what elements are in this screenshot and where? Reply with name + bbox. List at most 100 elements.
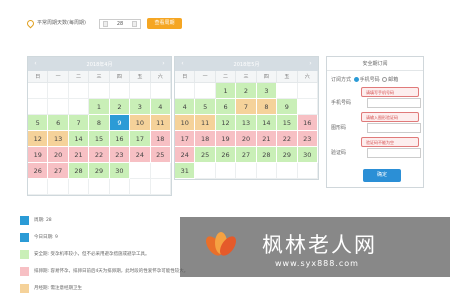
sms-code-label: 验证码 xyxy=(331,150,347,156)
calendar-day[interactable]: 5 xyxy=(195,99,216,115)
calendar-day[interactable]: 13 xyxy=(48,131,69,147)
calendar-april: ‹ 2018年4月 › 日一二三四五六 1 2 3 4 5 6 7 8 9 10 11 12 13 14 15… xyxy=(27,56,172,196)
legend-text: 周期: 28 xyxy=(34,218,52,223)
calendar-day[interactable]: 19 xyxy=(215,131,237,147)
calendar-day[interactable]: 12 xyxy=(28,131,49,147)
sms-code-error-tip: 验证码不能为空 xyxy=(361,137,419,147)
prev-month-icon[interactable]: ‹ xyxy=(178,59,187,68)
calendar-day[interactable]: 18 xyxy=(150,131,171,147)
phone-input[interactable] xyxy=(367,98,421,108)
calendar-day[interactable]: 30 xyxy=(109,163,131,179)
calendar-day[interactable]: 3 xyxy=(256,83,278,99)
calendar-header: ‹ 2018年4月 › xyxy=(28,57,171,71)
method-label: 订阅方式 xyxy=(331,77,352,83)
legend-swatch xyxy=(20,233,29,242)
next-month-icon[interactable]: › xyxy=(306,59,315,68)
decrement-icon[interactable] xyxy=(103,21,108,27)
sms-code-input[interactable] xyxy=(367,148,421,158)
increment-icon[interactable] xyxy=(132,21,137,27)
calendar-day[interactable]: 5 xyxy=(28,115,49,131)
calendar-empty-cell xyxy=(215,163,237,179)
captcha-error-tip: 请输入图形验证码 xyxy=(361,112,419,122)
calendar-day[interactable]: 17 xyxy=(175,131,196,147)
calendar-day[interactable]: 17 xyxy=(130,131,151,147)
calendar-day[interactable]: 10 xyxy=(130,115,151,131)
weekday-header: 一 xyxy=(48,71,69,83)
calendar-empty-cell xyxy=(297,83,318,99)
calendar-day[interactable]: 2 xyxy=(236,83,257,99)
submit-button[interactable]: 确定 xyxy=(363,169,401,182)
calendar-day[interactable]: 11 xyxy=(150,115,171,131)
calendar-day[interactable]: 25 xyxy=(150,147,171,163)
weekday-header: 五 xyxy=(277,71,298,83)
calendar-empty-cell xyxy=(130,83,151,99)
calendar-grid: 日一二三四五六 1 2 3 4 5 6 7 8 9 10 11 12 13 14 15 16 17 18 19 20 21… xyxy=(175,71,318,179)
calendar-day[interactable]: 4 xyxy=(175,99,196,115)
calendar-day[interactable]: 18 xyxy=(195,131,216,147)
email-radio[interactable] xyxy=(382,77,388,82)
calendar-day[interactable]: 23 xyxy=(109,147,131,163)
calendar-day[interactable]: 16 xyxy=(109,131,131,147)
calendar-day[interactable]: 13 xyxy=(236,115,257,131)
calendar-day[interactable]: 21 xyxy=(256,131,278,147)
calendar-grid: 日一二三四五六 1 2 3 4 5 6 7 8 9 10 11 12 13 14 15 16 17 18 19 20 21… xyxy=(28,71,171,195)
calendar-empty-cell xyxy=(89,179,110,195)
calendar-day[interactable]: 29 xyxy=(277,147,298,163)
calendar-day[interactable]: 6 xyxy=(48,115,69,131)
calendar-day[interactable]: 28 xyxy=(68,163,90,179)
subscription-panel: 安全期订阅 订阅方式 手机号码 邮箱 手机号码 请填写手机号码 图形码 请输入图… xyxy=(326,56,424,188)
calendar-day[interactable]: 23 xyxy=(297,131,318,147)
cycle-days-stepper[interactable]: 28 xyxy=(99,19,141,29)
calendar-day[interactable]: 9 xyxy=(277,99,298,115)
calendar-day[interactable]: 7 xyxy=(68,115,90,131)
calendar-day[interactable]: 4 xyxy=(150,99,171,115)
calendar-day[interactable]: 12 xyxy=(215,115,237,131)
calendar-day[interactable]: 16 xyxy=(297,115,318,131)
calendar-empty-cell xyxy=(150,163,171,179)
calendar-day[interactable]: 30 xyxy=(297,147,318,163)
watermark-url: www.syx888.com xyxy=(275,259,359,268)
calendar-day[interactable]: 11 xyxy=(195,115,216,131)
phone-label: 手机号码 xyxy=(331,100,352,106)
calendar-empty-cell xyxy=(68,99,90,115)
calendar-day[interactable]: 26 xyxy=(28,163,49,179)
calendar-day[interactable]: 24 xyxy=(175,147,196,163)
calendar-day[interactable]: 14 xyxy=(256,115,278,131)
calendar-day[interactable]: 20 xyxy=(236,131,257,147)
prev-month-icon[interactable]: ‹ xyxy=(31,59,40,68)
legend-swatch xyxy=(20,267,29,276)
calendar-day[interactable]: 1 xyxy=(89,99,110,115)
calendar-day[interactable]: 21 xyxy=(68,147,90,163)
calendar-day[interactable]: 7 xyxy=(236,99,257,115)
calendar-day[interactable]: 2 xyxy=(109,99,131,115)
calendar-day[interactable]: 29 xyxy=(89,163,110,179)
calendar-day[interactable]: 14 xyxy=(68,131,90,147)
apply-button[interactable]: 查看周期 xyxy=(147,18,182,29)
calendar-day[interactable]: 27 xyxy=(48,163,69,179)
calendar-day[interactable]: 31 xyxy=(175,163,196,179)
calendar-day[interactable]: 26 xyxy=(215,147,237,163)
calendar-day[interactable]: 15 xyxy=(89,131,110,147)
calendar-day[interactable]: 27 xyxy=(236,147,257,163)
calendar-day[interactable]: 22 xyxy=(277,131,298,147)
calendar-day[interactable]: 20 xyxy=(48,147,69,163)
calendar-may: ‹ 2018年5月 › 日一二三四五六 1 2 3 4 5 6 7 8 9 10 11 12 13 14 15… xyxy=(174,56,319,180)
calendar-day[interactable]: 8 xyxy=(256,99,278,115)
calendar-day[interactable]: 6 xyxy=(215,99,237,115)
next-month-icon[interactable]: › xyxy=(159,59,168,68)
captcha-input[interactable] xyxy=(367,123,421,133)
calendar-day[interactable]: 1 xyxy=(215,83,237,99)
calendar-day[interactable]: 24 xyxy=(130,147,151,163)
calendar-day[interactable]: 28 xyxy=(256,147,278,163)
legend-text: 月经期: 需注意经期卫生 xyxy=(34,286,82,291)
calendar-day[interactable]: 3 xyxy=(130,99,151,115)
phone-radio[interactable] xyxy=(353,77,359,82)
calendar-day[interactable]: 25 xyxy=(195,147,216,163)
maple-leaf-logo-icon xyxy=(202,231,240,265)
calendar-day[interactable]: 9 xyxy=(109,115,131,131)
calendar-day[interactable]: 22 xyxy=(89,147,110,163)
calendar-day[interactable]: 8 xyxy=(89,115,110,131)
calendar-day[interactable]: 10 xyxy=(175,115,196,131)
calendar-day[interactable]: 19 xyxy=(28,147,49,163)
calendar-day[interactable]: 15 xyxy=(277,115,298,131)
